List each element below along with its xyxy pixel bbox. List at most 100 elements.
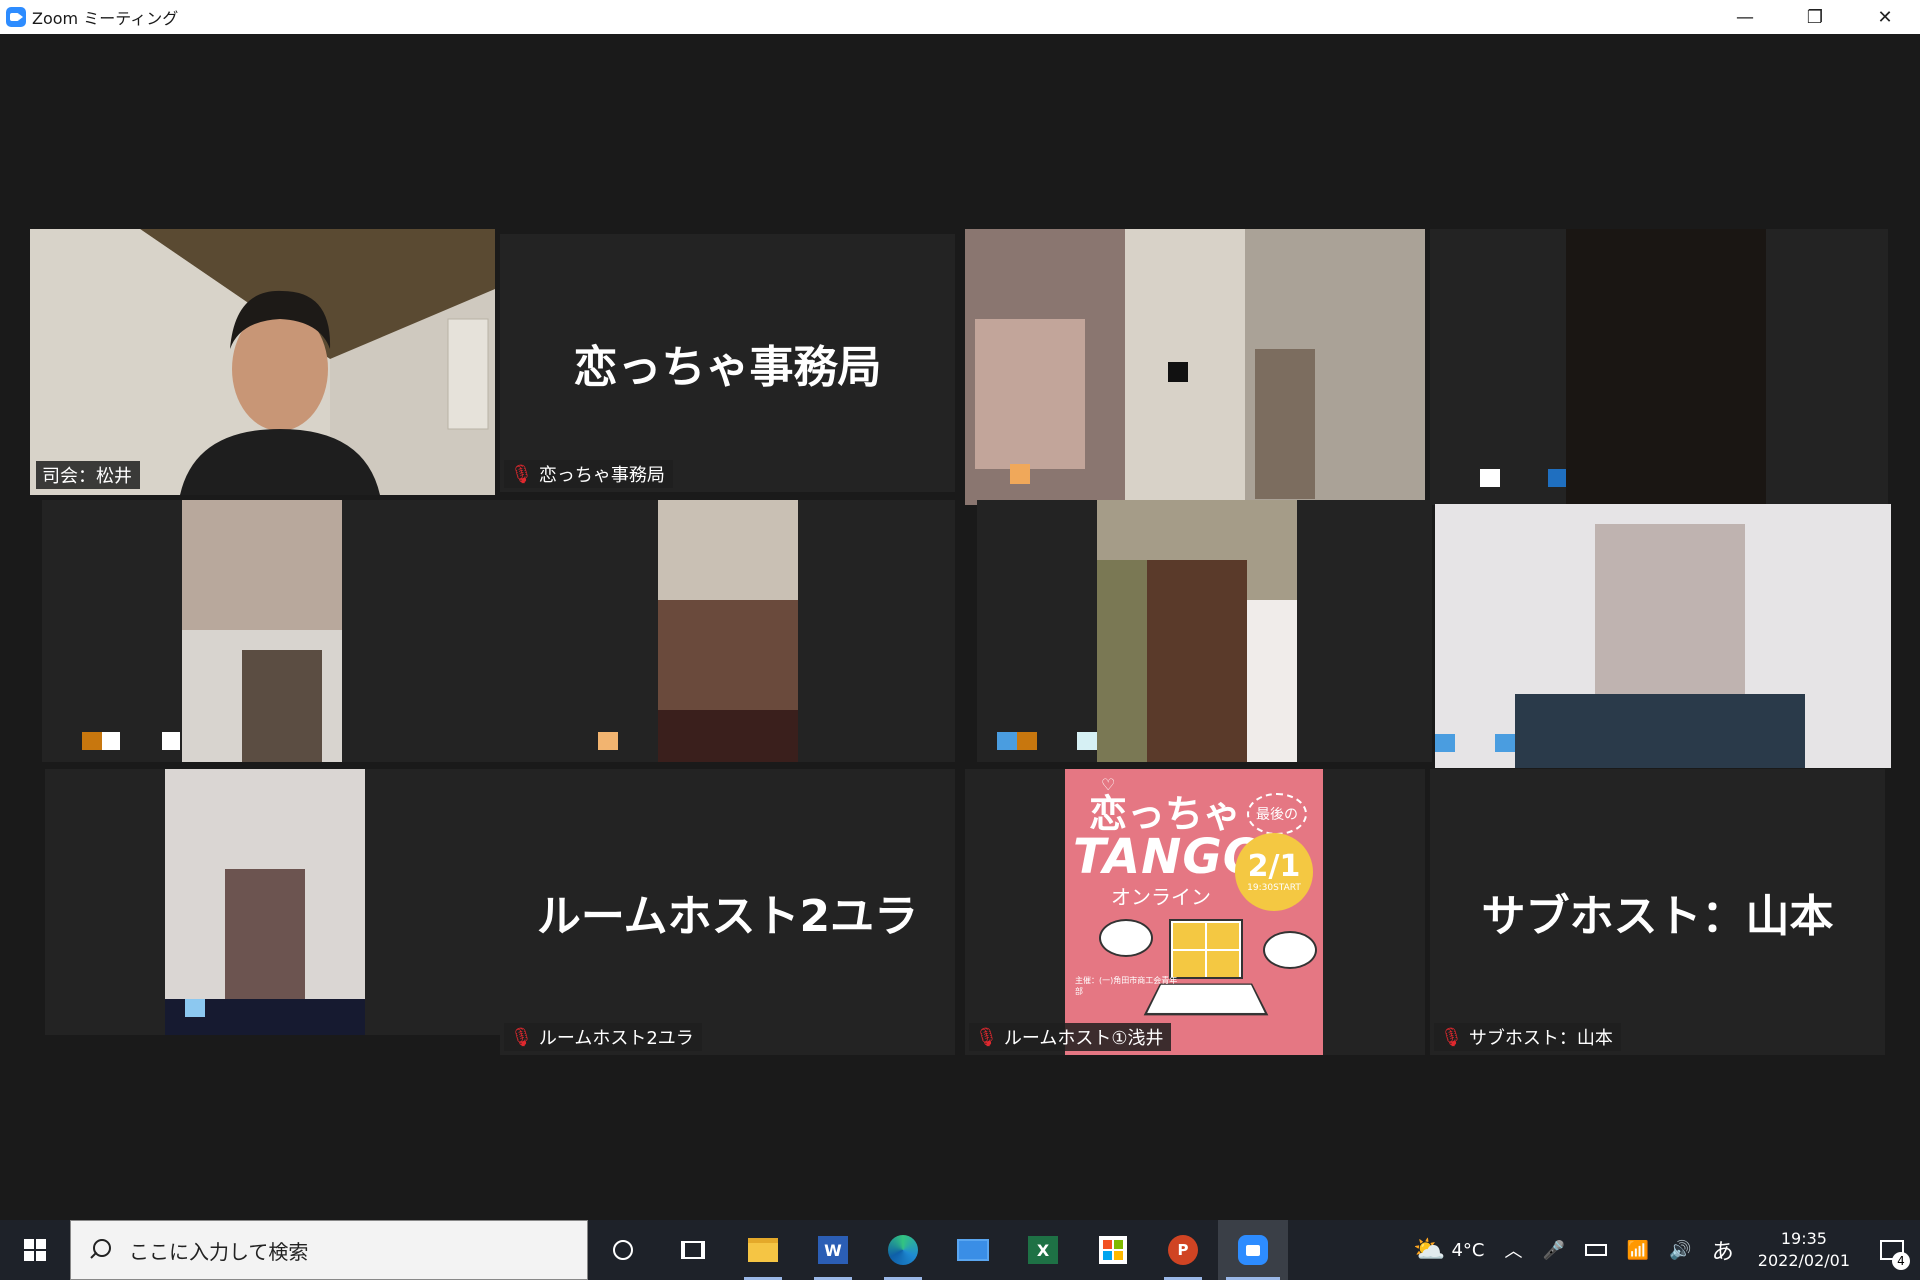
window-titlebar: Zoom ミーティング — ❐ ✕	[0, 0, 1920, 34]
taskbar-search-box[interactable]: ここに入力して検索	[70, 1220, 588, 1280]
pixel-block	[1515, 694, 1805, 768]
network-tray-icon[interactable]: 📶	[1617, 1220, 1659, 1280]
window-title: Zoom ミーティング	[32, 9, 179, 28]
video-tile-pixelated-4[interactable]	[500, 500, 955, 762]
show-hidden-icons-button[interactable]: ︿	[1495, 1220, 1533, 1280]
start-button[interactable]	[0, 1220, 70, 1280]
pixel-block	[1097, 560, 1147, 762]
weather-cloud-icon: ⛅	[1413, 1235, 1446, 1265]
mic-muted-icon: 🎙	[1440, 1026, 1463, 1048]
mic-muted-icon: 🎙	[510, 463, 533, 485]
poster-date-badge: 2/1 19:30START	[1235, 833, 1313, 911]
video-tile-sub-host[interactable]: サブホスト：山本 🎙 サブホスト：山本	[1430, 769, 1885, 1055]
zoom-app-icon	[6, 7, 26, 27]
participant-name: サブホスト：山本	[1468, 1028, 1613, 1049]
video-tile-room-host-2[interactable]: ルームホスト2ユラ 🎙 ルームホスト2ユラ	[500, 769, 955, 1055]
poster-date: 2/1	[1247, 849, 1301, 884]
folder-icon	[748, 1238, 778, 1262]
microphone-tray-icon[interactable]: 🎤	[1533, 1220, 1575, 1280]
poster-speech-bubble	[1099, 919, 1153, 957]
taskbar-mail[interactable]	[938, 1220, 1008, 1280]
taskbar-excel[interactable]: X	[1008, 1220, 1078, 1280]
cortana-button[interactable]	[588, 1220, 658, 1280]
poster-start-time: 19:30START	[1247, 883, 1301, 893]
system-tray: ⛅ 4°C ︿ 🎤 📶 🔊 あ 19:35 2022/02/01 4	[1403, 1220, 1920, 1280]
video-tile-pixelated-3[interactable]	[42, 500, 502, 762]
microphone-icon: 🎤	[1542, 1239, 1565, 1261]
pixel-block	[975, 319, 1085, 469]
taskbar-file-explorer[interactable]	[728, 1220, 798, 1280]
task-view-button[interactable]	[658, 1220, 728, 1280]
taskbar-clock[interactable]: 19:35 2022/02/01	[1744, 1228, 1864, 1272]
shared-poster-image: ♡ 恋っちゃ 最後の TANGO オンライン 2/1 19:30START 主催…	[1065, 769, 1323, 1055]
taskbar-word[interactable]: W	[798, 1220, 868, 1280]
minimize-button[interactable]: —	[1710, 0, 1780, 34]
pixel-block	[1168, 362, 1188, 382]
participant-display-name: サブホスト：山本	[1481, 891, 1834, 942]
video-tile-host-mc[interactable]: 司会：松井	[30, 229, 495, 495]
pixel-block	[1495, 734, 1515, 752]
volume-tray-icon[interactable]: 🔊	[1659, 1220, 1701, 1280]
video-tile-pixelated-6[interactable]	[1435, 504, 1891, 768]
taskbar-edge[interactable]	[868, 1220, 938, 1280]
video-tile-room-host-1[interactable]: ♡ 恋っちゃ 最後の TANGO オンライン 2/1 19:30START 主催…	[965, 769, 1425, 1055]
participant-label: 🎙 ルームホスト①浅井	[969, 1023, 1172, 1051]
participant-name: ルームホスト①浅井	[1003, 1028, 1164, 1049]
pixel-block	[1017, 732, 1037, 750]
edge-icon	[888, 1235, 918, 1265]
word-icon: W	[818, 1236, 848, 1264]
chevron-up-icon: ︿	[1504, 1241, 1523, 1262]
clock-date: 2022/02/01	[1757, 1251, 1850, 1270]
participant-label: 🎙 ルームホスト2ユラ	[504, 1023, 702, 1051]
pixel-block	[1435, 734, 1455, 752]
poster-online: オンライン	[1111, 885, 1211, 909]
participant-name: 恋っちゃ事務局	[538, 465, 665, 486]
poster-laptop-illustration	[1169, 919, 1243, 979]
taskbar-store[interactable]	[1078, 1220, 1148, 1280]
clock-time: 19:35	[1780, 1229, 1827, 1248]
pixel-block	[1480, 469, 1500, 487]
task-view-icon	[681, 1241, 705, 1259]
video-tile-pixelated-2[interactable]	[1430, 229, 1888, 505]
pixel-block	[598, 732, 618, 750]
pixel-block	[1255, 349, 1315, 499]
weather-temperature: 4°C	[1451, 1239, 1485, 1261]
mail-icon	[957, 1239, 989, 1261]
video-tile-pixelated-7[interactable]	[45, 769, 505, 1035]
participant-display-name: ルームホスト2ユラ	[536, 891, 919, 942]
video-tile-office[interactable]: 恋っちゃ事務局 🎙 恋っちゃ事務局	[500, 234, 955, 492]
search-placeholder: ここに入力して検索	[129, 1239, 309, 1264]
mic-muted-icon: 🎙	[510, 1026, 533, 1048]
participant-name: 司会：松井	[42, 466, 132, 487]
ime-indicator[interactable]: あ	[1702, 1220, 1744, 1280]
pixel-block	[242, 650, 322, 762]
pixel-block	[658, 710, 798, 762]
pixel-block	[82, 732, 102, 750]
cortana-circle-icon	[613, 1240, 633, 1260]
pixel-block	[1077, 732, 1097, 750]
video-tile-pixelated-1[interactable]	[965, 229, 1425, 505]
host-video-frame	[30, 229, 495, 495]
battery-icon	[1584, 1244, 1607, 1256]
participant-label: 司会：松井	[36, 461, 140, 489]
excel-icon: X	[1028, 1236, 1058, 1264]
video-tile-pixelated-5[interactable]	[977, 500, 1432, 762]
participant-label: 🎙 サブホスト：山本	[1434, 1023, 1621, 1051]
battery-tray-icon[interactable]	[1575, 1220, 1617, 1280]
poster-organizer: 主催：(一)角田市商工会青年部	[1075, 976, 1178, 996]
taskbar-zoom[interactable]	[1218, 1220, 1288, 1280]
store-icon	[1099, 1236, 1127, 1264]
windows-taskbar: ここに入力して検索 W X P ⛅ 4°C ︿ 🎤 📶 🔊 あ 19:35 20…	[0, 1220, 1920, 1280]
pixel-block	[1247, 600, 1297, 762]
restore-button[interactable]: ❐	[1780, 0, 1850, 34]
wifi-icon: 📶	[1626, 1239, 1650, 1261]
gallery-view: 司会：松井 恋っちゃ事務局 🎙 恋っちゃ事務局 ルームホスト2ユラ 🎙 ルームホ…	[0, 34, 1920, 1220]
pixelated-video	[1566, 229, 1766, 505]
taskbar-powerpoint[interactable]: P	[1148, 1220, 1218, 1280]
action-center-button[interactable]: 4	[1864, 1220, 1920, 1280]
close-button[interactable]: ✕	[1850, 0, 1920, 34]
mic-muted-icon: 🎙	[975, 1026, 998, 1048]
weather-widget[interactable]: ⛅ 4°C	[1403, 1220, 1494, 1280]
pixel-block	[162, 732, 180, 750]
zoom-icon	[1238, 1235, 1268, 1265]
